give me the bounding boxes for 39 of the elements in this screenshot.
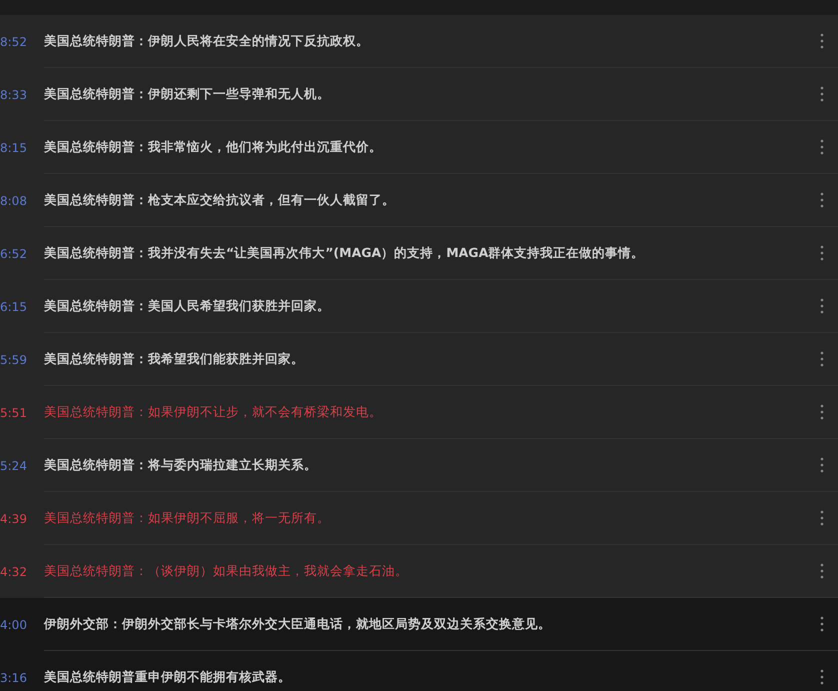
news-text: 美国总统特朗普：枪支本应交给抗议者，但有一伙人截留了。	[44, 190, 396, 209]
news-text: 美国总统特朗普：如果伊朗不屈服，将一无所有。	[44, 508, 331, 527]
more-icon[interactable]	[820, 616, 824, 632]
more-icon[interactable]	[820, 351, 824, 367]
news-text: 美国总统特朗普：伊朗还剩下一些导弹和无人机。	[44, 84, 331, 103]
time-label: 4:00	[0, 616, 28, 634]
time-label: 6:15	[0, 298, 28, 316]
news-text: 美国总统特朗普：美国人民希望我们获胜并回家。	[44, 296, 331, 315]
more-icon[interactable]	[820, 669, 824, 685]
news-text: 美国总统特朗普重申伊朗不能拥有核武器。	[44, 668, 292, 686]
time-label: 5:59	[0, 352, 28, 368]
news-text: 美国总统特朗普：将与委内瑞拉建立长期关系。	[44, 456, 318, 474]
time-label: 4:39	[0, 510, 28, 528]
time-label: 3:16	[0, 670, 28, 686]
news-text: 美国总统特朗普：我并没有失去“让美国再次伟大”(MAGA）的支持，MAGA群体支持我正在做的事情。	[44, 244, 646, 262]
time-label: 6:52	[0, 246, 28, 262]
time-label: 4:32	[0, 564, 28, 580]
time-label: 8:52	[0, 34, 28, 50]
more-icon[interactable]	[820, 192, 824, 208]
more-icon[interactable]	[820, 298, 824, 314]
more-icon[interactable]	[820, 33, 824, 49]
news-text: 美国总统特朗普：伊朗人民将在安全的情况下反抗政权。	[44, 32, 370, 50]
more-icon[interactable]	[820, 139, 824, 155]
more-icon[interactable]	[820, 510, 824, 526]
news-text: 伊朗外交部：伊朗外交部长与卡塔尔外交大臣通电话，就地区局势及双边关系交换意见。	[44, 614, 552, 633]
time-label: 5:51	[0, 404, 28, 422]
news-text: 美国总统特朗普：我非常恼火，他们将为此付出沉重代价。	[44, 138, 383, 156]
time-label: 8:33	[0, 86, 28, 104]
time-label: 8:08	[0, 192, 28, 210]
more-icon[interactable]	[820, 404, 824, 420]
news-text: 美国总统特朗普：（谈伊朗）如果由我做主，我就会拿走石油。	[44, 562, 409, 580]
time-label: 5:24	[0, 458, 28, 474]
news-text: 美国总统特朗普：如果伊朗不让步，就不会有桥梁和发电。	[44, 402, 383, 421]
more-icon[interactable]	[820, 563, 824, 579]
more-icon[interactable]	[820, 457, 824, 473]
more-icon[interactable]	[820, 86, 824, 102]
more-icon[interactable]	[820, 245, 824, 261]
time-label: 8:15	[0, 140, 28, 156]
news-text: 美国总统特朗普：我希望我们能获胜并回家。	[44, 350, 305, 368]
